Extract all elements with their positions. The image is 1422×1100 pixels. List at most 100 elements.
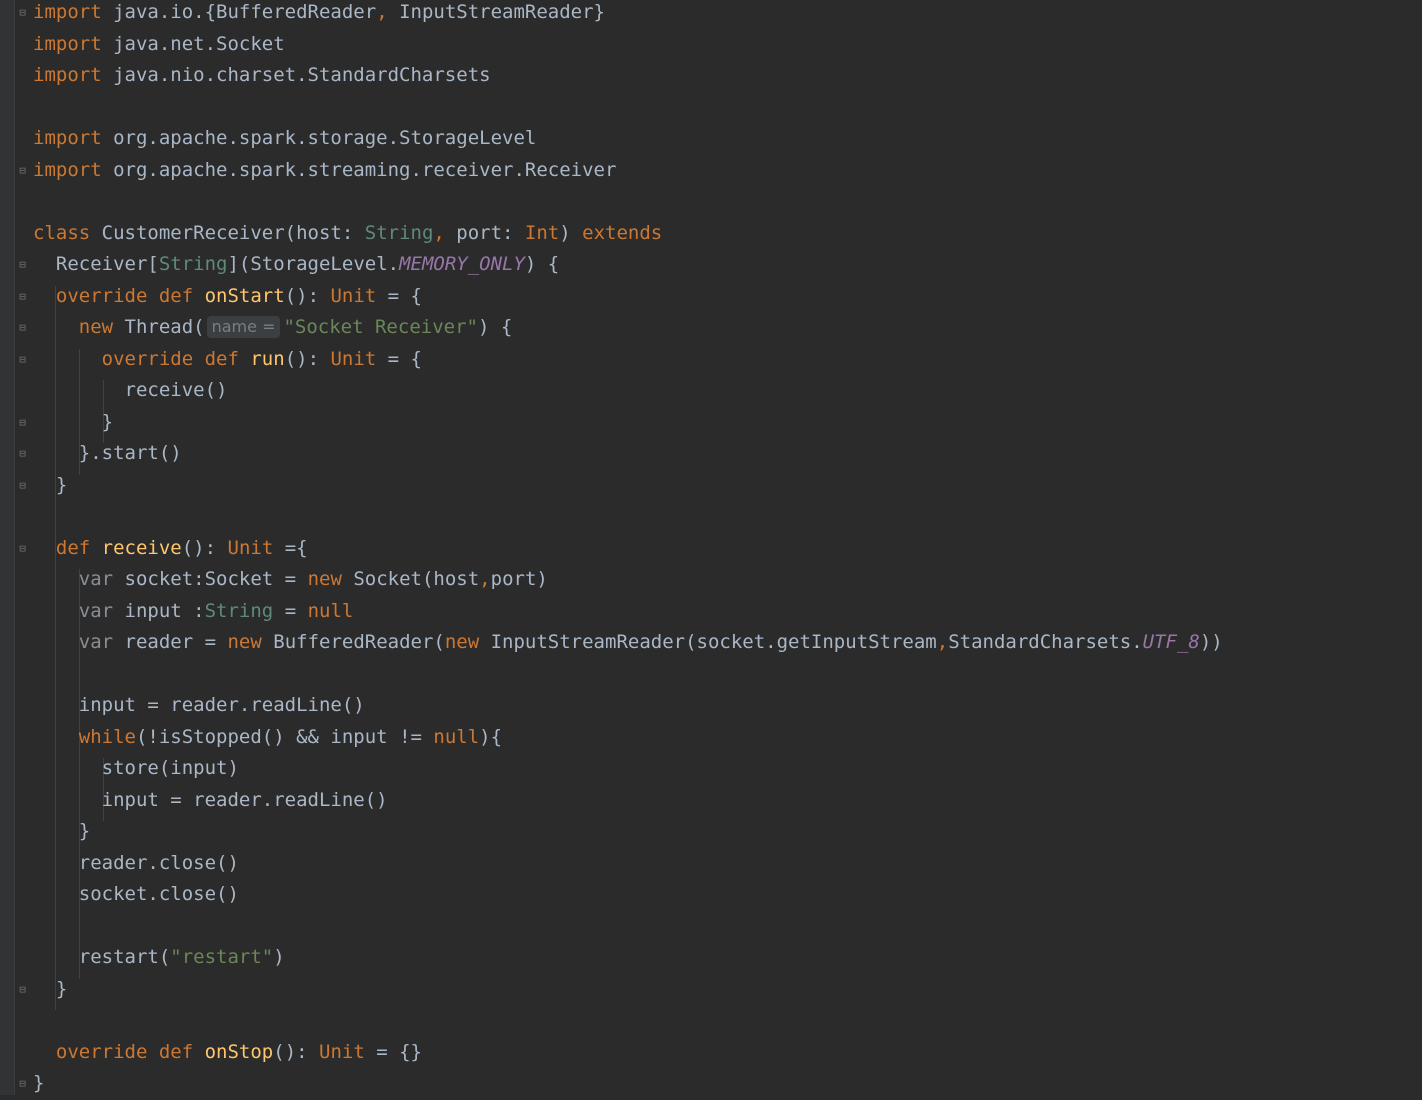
code-token: org.apache.spark.streaming.receiver.Rece… — [101, 158, 617, 181]
code-line[interactable]: reader.close() — [33, 848, 1223, 880]
code-token: socket.close() — [33, 883, 239, 905]
code-token: while — [78, 725, 136, 748]
code-line[interactable] — [33, 659, 1223, 691]
code-line[interactable]: override def onStart(): Unit = { — [33, 281, 1223, 313]
code-editor[interactable]: ⊟ ⊟ ⊟ ⊟ ⊟ ⊟ ⊟ ⊟ ⊟ ⊟ ⊟ ⊟ import java.io.{BufferedRea… — [0, 0, 1422, 1095]
code-token: "restart" — [170, 946, 274, 968]
code-token: override def — [55, 1040, 205, 1063]
fold-icon[interactable]: ⊟ — [17, 448, 28, 459]
fold-icon[interactable]: ⊟ — [17, 984, 28, 995]
code-token: onStop — [204, 1040, 274, 1063]
fold-icon[interactable]: ⊟ — [17, 165, 28, 176]
fold-icon[interactable]: ⊟ — [17, 7, 28, 18]
code-token: StandardCharsets. — [948, 631, 1143, 653]
code-token: null — [307, 599, 354, 622]
code-line[interactable]: import org.apache.spark.streaming.receiv… — [33, 155, 1223, 187]
fold-icon[interactable]: ⊟ — [17, 543, 28, 554]
code-line[interactable]: while(!isStopped() && input != null){ — [33, 722, 1223, 754]
code-token: input = reader.readLine() — [33, 694, 365, 716]
code-line[interactable]: var reader = new BufferedReader(new Inpu… — [33, 627, 1223, 659]
code-line[interactable]: store(input) — [33, 753, 1223, 785]
code-line[interactable]: var input :String = null — [33, 596, 1223, 628]
code-token: var — [78, 599, 114, 622]
code-line[interactable] — [33, 911, 1223, 943]
code-line[interactable]: new Thread(name = "Socket Receiver") { — [33, 312, 1223, 344]
code-token: org.apache.spark.storage.StorageLevel — [101, 127, 537, 149]
code-token: ){ — [479, 725, 503, 748]
code-token: ](StorageLevel. — [227, 253, 400, 275]
code-line[interactable] — [33, 186, 1223, 218]
fold-icon[interactable]: ⊟ — [17, 1078, 28, 1089]
code-token: new — [307, 568, 354, 590]
code-line[interactable]: }.start() — [33, 438, 1223, 470]
code-line[interactable] — [33, 501, 1223, 533]
code-token: restart( — [33, 946, 171, 968]
code-token: Socket(host — [353, 568, 480, 590]
code-line[interactable]: override def onStop(): Unit = {} — [33, 1037, 1223, 1069]
fold-icon[interactable]: ⊟ — [17, 259, 28, 270]
code-line[interactable]: receive() — [33, 375, 1223, 407]
code-line[interactable]: } — [33, 470, 1223, 502]
code-token: , — [376, 1, 388, 23]
code-line[interactable]: def receive(): Unit ={ — [33, 533, 1223, 565]
fold-icon[interactable]: ⊟ — [17, 322, 28, 333]
code-token: BufferedReader( — [273, 631, 445, 653]
code-token: InputStreamReader(socket.getInputStream — [490, 631, 937, 653]
code-line[interactable]: import org.apache.spark.storage.StorageL… — [33, 123, 1223, 155]
code-line[interactable]: socket.close() — [33, 879, 1223, 911]
code-area[interactable]: import java.io.{BufferedReader, InputStr… — [33, 0, 1223, 1100]
code-token: port: — [444, 221, 525, 244]
code-token: = {} — [364, 1040, 422, 1063]
code-token: store(input) — [33, 757, 239, 779]
code-line[interactable]: import java.net.Socket — [33, 29, 1223, 61]
fold-icon[interactable]: ⊟ — [17, 291, 28, 302]
code-line[interactable]: import java.io.{BufferedReader, InputStr… — [33, 0, 1223, 29]
code-token: run — [250, 347, 285, 370]
code-token: new — [227, 631, 274, 653]
code-token: import — [33, 64, 102, 86]
fold-icon[interactable]: ⊟ — [17, 480, 28, 491]
code-token: def — [55, 536, 102, 559]
code-token: var — [78, 568, 114, 590]
code-token: }.start() — [33, 442, 182, 464]
code-line[interactable]: input = reader.readLine() — [33, 785, 1223, 817]
code-token: import — [33, 158, 102, 181]
code-line[interactable]: } — [33, 407, 1223, 439]
parameter-hint: name = — [206, 316, 281, 338]
code-token: (!isStopped() && input != — [135, 725, 434, 748]
code-line[interactable] — [33, 92, 1223, 124]
code-token: extends — [582, 221, 663, 244]
code-line[interactable]: class CustomerReceiver(host: String, por… — [33, 218, 1223, 250]
code-line[interactable]: input = reader.readLine() — [33, 690, 1223, 722]
code-token: } — [33, 820, 91, 842]
code-line[interactable]: override def run(): Unit = { — [33, 344, 1223, 376]
code-line[interactable]: } — [33, 816, 1223, 848]
code-token: null — [433, 725, 480, 748]
code-token: new — [78, 316, 125, 338]
code-line[interactable]: Receiver[String](StorageLevel.MEMORY_ONL… — [33, 249, 1223, 281]
fold-icon[interactable]: ⊟ — [17, 354, 28, 365]
code-line[interactable]: import java.nio.charset.StandardCharsets — [33, 60, 1223, 92]
code-token: ) — [273, 946, 285, 968]
code-token: override def — [55, 284, 205, 307]
code-token: Unit — [330, 347, 377, 370]
code-token: override def — [101, 347, 251, 370]
code-token: input = reader.readLine() — [33, 788, 388, 811]
code-token: "Socket Receiver" — [283, 316, 478, 338]
code-token: InputStreamReader} — [387, 1, 605, 23]
code-token: ) { — [524, 253, 560, 275]
code-token: , — [936, 631, 949, 653]
code-token: import — [33, 127, 102, 149]
code-line[interactable]: restart("restart") — [33, 942, 1223, 974]
code-token: , — [479, 568, 491, 590]
code-line[interactable]: } — [33, 974, 1223, 1006]
code-line[interactable] — [33, 1005, 1223, 1037]
fold-icon[interactable]: ⊟ — [17, 417, 28, 428]
code-token: } — [33, 977, 68, 1000]
code-line[interactable]: var socket:Socket = new Socket(host,port… — [33, 564, 1223, 596]
